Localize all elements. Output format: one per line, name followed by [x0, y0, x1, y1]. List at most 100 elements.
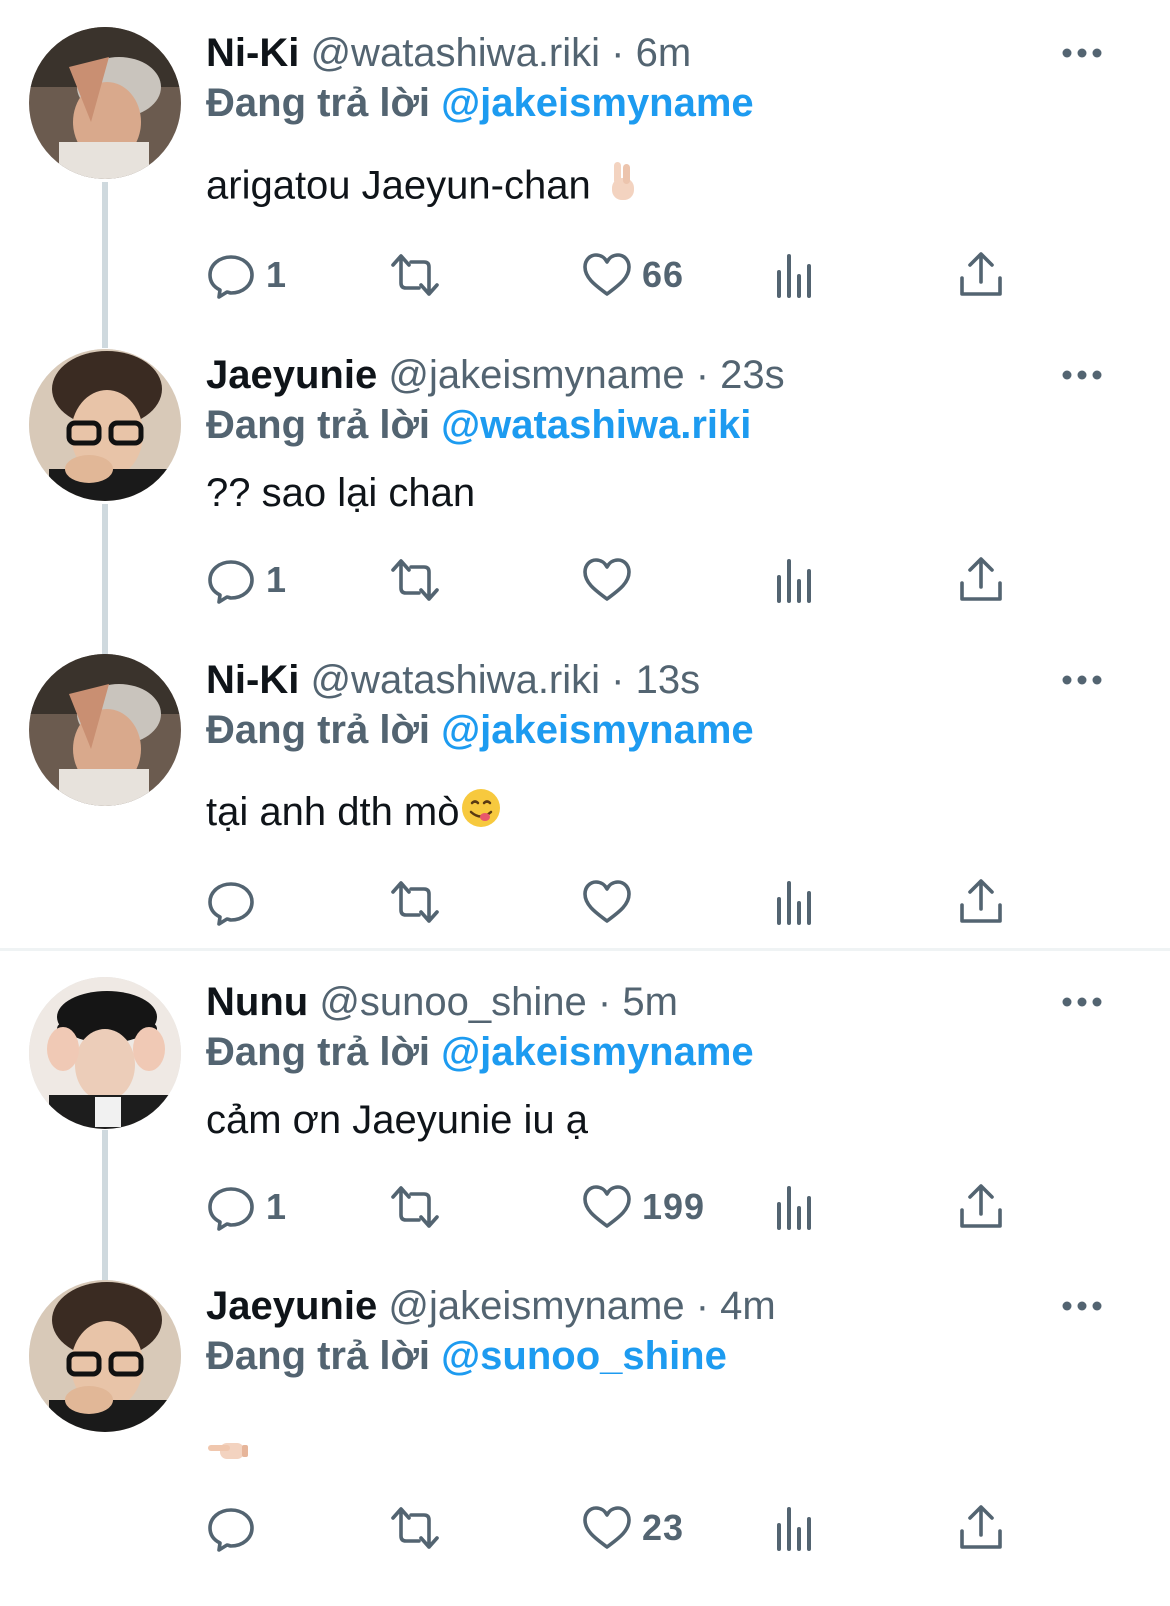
- like-button[interactable]: 23: [582, 1503, 684, 1553]
- retweet-button[interactable]: [390, 555, 450, 605]
- tweet-text-content: cảm ơn Jaeyunie iu ạ: [206, 1098, 588, 1142]
- tweet-actions: 23: [206, 1503, 1026, 1553]
- share-button[interactable]: [956, 1503, 1006, 1553]
- reply-icon: [206, 877, 256, 927]
- yum-face-emoji: [460, 787, 502, 841]
- avatar[interactable]: [29, 27, 181, 179]
- tweet-text: [206, 1423, 250, 1475]
- like-count: 199: [642, 1186, 706, 1227]
- heart-icon: [582, 1503, 632, 1553]
- analytics-icon: [769, 250, 819, 300]
- mention-link[interactable]: @jakeismyname: [441, 1030, 754, 1074]
- like-button[interactable]: 66: [582, 250, 684, 300]
- reply-button[interactable]: 1: [206, 250, 287, 300]
- heart-icon: [582, 1182, 632, 1232]
- reply-context: Đang trả lời @jakeismyname: [206, 705, 754, 755]
- display-name[interactable]: Nunu: [206, 980, 308, 1024]
- tweet-text: arigatou Jaeyun-chan: [206, 160, 642, 216]
- retweet-button[interactable]: [390, 1503, 450, 1553]
- reply-context: Đang trả lời @watashiwa.riki: [206, 400, 751, 450]
- more-options-icon[interactable]: [1060, 365, 1104, 385]
- reply-button[interactable]: [206, 877, 266, 927]
- more-options-icon[interactable]: [1060, 992, 1104, 1012]
- tweet-header: Jaeyunie @jakeismyname · 23s: [206, 350, 785, 400]
- tweet-text-content: tại anh dth mò: [206, 790, 460, 834]
- retweet-icon: [390, 1182, 440, 1232]
- reply-icon: [206, 1503, 256, 1553]
- avatar[interactable]: [29, 1280, 181, 1432]
- analytics-icon: [769, 1182, 819, 1232]
- handle-and-time[interactable]: @jakeismyname · 23s: [388, 353, 784, 397]
- tweet-actions: 1 199: [206, 1182, 1026, 1232]
- tweet[interactable]: Jaeyunie @jakeismyname · 4m Đang trả lời…: [0, 1253, 1170, 1606]
- share-button[interactable]: [956, 555, 1006, 605]
- reply-count: 1: [266, 254, 288, 295]
- avatar[interactable]: [29, 977, 181, 1129]
- display-name[interactable]: Jaeyunie: [206, 1284, 377, 1328]
- mention-link[interactable]: @sunoo_shine: [441, 1334, 727, 1378]
- analytics-icon: [769, 555, 819, 605]
- retweet-button[interactable]: [390, 877, 450, 927]
- avatar[interactable]: [29, 349, 181, 501]
- tweet[interactable]: Nunu @sunoo_shine · 5m Đang trả lời @jak…: [0, 949, 1170, 1249]
- analytics-icon: [769, 1503, 819, 1553]
- share-icon: [956, 1182, 1006, 1232]
- like-button[interactable]: 199: [582, 1182, 705, 1232]
- analytics-button[interactable]: [769, 877, 819, 927]
- reply-prefix: Đang trả lời: [206, 81, 431, 125]
- handle-and-time[interactable]: @watashiwa.riki · 6m: [310, 31, 691, 75]
- retweet-icon: [390, 555, 440, 605]
- reply-icon: [206, 555, 256, 605]
- display-name[interactable]: Jaeyunie: [206, 353, 377, 397]
- more-options-icon[interactable]: [1060, 670, 1104, 690]
- retweet-icon: [390, 250, 440, 300]
- display-name[interactable]: Ni-Ki: [206, 31, 299, 75]
- analytics-button[interactable]: [769, 250, 819, 300]
- tweet-header: Ni-Ki @watashiwa.riki · 13s: [206, 655, 700, 705]
- mention-link[interactable]: @watashiwa.riki: [441, 403, 751, 447]
- retweet-icon: [390, 1503, 440, 1553]
- display-name[interactable]: Ni-Ki: [206, 658, 299, 702]
- like-button[interactable]: [582, 555, 642, 605]
- reply-button[interactable]: 1: [206, 555, 287, 605]
- retweet-button[interactable]: [390, 1182, 450, 1232]
- more-options-icon[interactable]: [1060, 1296, 1104, 1316]
- tweet-actions: [206, 877, 1026, 927]
- more-options-icon[interactable]: [1060, 43, 1104, 63]
- retweet-icon: [390, 877, 440, 927]
- retweet-button[interactable]: [390, 250, 450, 300]
- share-button[interactable]: [956, 1182, 1006, 1232]
- handle-and-time[interactable]: @jakeismyname · 4m: [388, 1284, 775, 1328]
- avatar[interactable]: [29, 654, 181, 806]
- reply-button[interactable]: 1: [206, 1182, 287, 1232]
- share-button[interactable]: [956, 877, 1006, 927]
- share-button[interactable]: [956, 250, 1006, 300]
- share-icon: [956, 250, 1006, 300]
- pointing-hand-emoji: [206, 1425, 250, 1475]
- heart-icon: [582, 250, 632, 300]
- reply-count: 1: [266, 559, 288, 600]
- mention-link[interactable]: @jakeismyname: [441, 708, 754, 752]
- like-button[interactable]: [582, 877, 642, 927]
- tweet-header: Nunu @sunoo_shine · 5m: [206, 977, 678, 1027]
- heart-icon: [582, 877, 632, 927]
- analytics-button[interactable]: [769, 1503, 819, 1553]
- tweet-actions: 1 66: [206, 250, 1026, 300]
- share-icon: [956, 877, 1006, 927]
- analytics-button[interactable]: [769, 555, 819, 605]
- handle-and-time[interactable]: @sunoo_shine · 5m: [319, 980, 678, 1024]
- reply-icon: [206, 250, 256, 300]
- tweet-text: ?? sao lại chan: [206, 468, 475, 518]
- reply-count: 1: [266, 1186, 288, 1227]
- tweet-text-content: arigatou Jaeyun-chan: [206, 163, 591, 208]
- reply-button[interactable]: [206, 1503, 266, 1553]
- mention-link[interactable]: @jakeismyname: [441, 81, 754, 125]
- tweet[interactable]: Jaeyunie @jakeismyname · 23s Đang trả lờ…: [0, 322, 1170, 622]
- tweet[interactable]: Ni-Ki @watashiwa.riki · 13s Đang trả lời…: [0, 627, 1170, 947]
- heart-icon: [582, 555, 632, 605]
- tweet[interactable]: Ni-Ki @watashiwa.riki · 6m Đang trả lời …: [0, 0, 1170, 320]
- analytics-button[interactable]: [769, 1182, 819, 1232]
- share-icon: [956, 1503, 1006, 1553]
- tweet-header: Ni-Ki @watashiwa.riki · 6m: [206, 28, 691, 78]
- handle-and-time[interactable]: @watashiwa.riki · 13s: [310, 658, 700, 702]
